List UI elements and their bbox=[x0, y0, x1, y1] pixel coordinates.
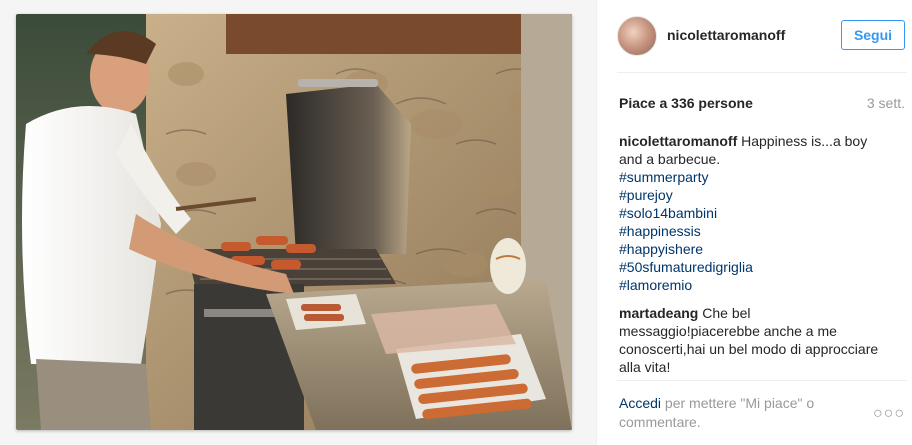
hashtag-link[interactable]: #happinessis bbox=[619, 222, 889, 240]
divider bbox=[617, 72, 907, 73]
hashtag-link[interactable]: #purejoy bbox=[619, 186, 889, 204]
comment-user[interactable]: nicolettaromanoff bbox=[619, 133, 737, 149]
login-prompt: Accedi per mettere "Mi piace" o commenta… bbox=[619, 394, 819, 432]
login-link[interactable]: Accedi bbox=[619, 395, 661, 411]
post-username[interactable]: nicolettaromanoff bbox=[667, 27, 785, 43]
hashtag-link[interactable]: #solo14bambini bbox=[619, 204, 889, 222]
post-time[interactable]: 3 sett. bbox=[867, 95, 905, 111]
reply-comment: martadeang Che bel messaggio!piacerebbe … bbox=[619, 304, 889, 376]
hashtag-link[interactable]: #summerparty bbox=[619, 168, 889, 186]
caption-comment: nicolettaromanoff Happiness is...a boy a… bbox=[619, 132, 889, 294]
barbecue-photo-illustration bbox=[16, 14, 572, 430]
divider bbox=[617, 380, 907, 381]
post-sidebar: nicolettaromanoff Segui Piace a 336 pers… bbox=[596, 0, 912, 445]
post-header: nicolettaromanoff Segui bbox=[617, 14, 907, 58]
hashtag-link[interactable]: #50sfumaturedigriglia bbox=[619, 258, 889, 276]
comments-list: nicolettaromanoff Happiness is...a boy a… bbox=[619, 132, 889, 386]
hashtag-link[interactable]: #lamoremio bbox=[619, 276, 889, 294]
comment-user[interactable]: martadeang bbox=[619, 305, 698, 321]
likes-count[interactable]: Piace a 336 persone bbox=[619, 95, 753, 111]
more-options-icon[interactable]: ○○○ bbox=[873, 405, 905, 423]
avatar[interactable] bbox=[617, 16, 657, 56]
post-photo[interactable] bbox=[16, 14, 572, 430]
follow-button[interactable]: Segui bbox=[841, 20, 905, 50]
hashtag-link[interactable]: #happyishere bbox=[619, 240, 889, 258]
photo-area bbox=[0, 0, 596, 445]
